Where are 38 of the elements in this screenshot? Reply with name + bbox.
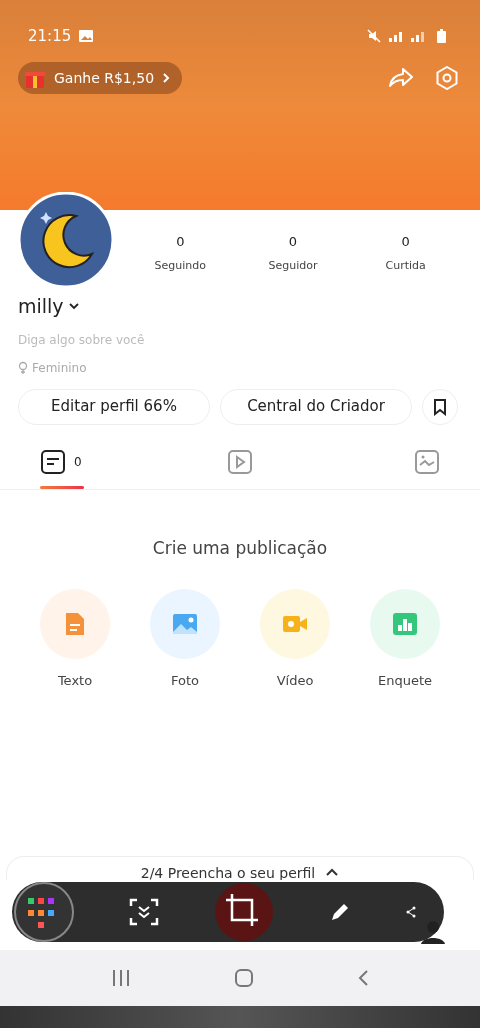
username: milly [18,294,64,319]
home-icon[interactable] [234,968,254,988]
crop-icon[interactable] [214,882,274,942]
pencil-icon[interactable] [329,901,351,923]
chevron-right-icon [162,72,171,84]
thumbnail[interactable] [14,882,74,942]
share-icon[interactable] [406,906,416,918]
stat-label: Seguidor [268,257,318,274]
bookmark-icon [433,397,447,416]
stat-label: Seguindo [154,257,207,274]
profile-prompt-text: 2/4 Preencha o seu perfil [140,864,316,883]
reward-button[interactable]: Ganhe R$1,50 [18,62,183,94]
settings-icon[interactable] [436,66,458,90]
status-time: 21:15 [28,25,72,47]
content-tab[interactable]: 0 [20,444,167,489]
tab-count: 0 [74,453,82,471]
mute-icon [367,29,381,43]
create-option-label: Enquete [377,672,432,690]
create-title: Crie uma publicação [152,536,328,560]
chevron-down-icon[interactable] [67,302,80,311]
create-option-label: Vídeo [276,672,314,690]
battery-icon [437,29,446,43]
gender-label: Feminino [32,359,87,377]
play-icon [227,448,253,475]
recent-apps-icon[interactable] [111,969,132,987]
image-icon [79,30,94,42]
stat-value: 0 [176,233,185,251]
image-icon [414,448,440,475]
create-option-label: Foto [171,672,199,690]
document-icon [40,448,66,475]
create-option-label: Texto [57,672,93,690]
back-icon[interactable] [356,969,369,987]
stat-value: 0 [288,233,298,251]
stat-label: Curtida [385,257,426,274]
scroll-capture-icon[interactable] [129,898,159,926]
chevron-up-icon [325,867,340,877]
female-icon [18,360,28,375]
stat-value: 0 [401,233,410,251]
